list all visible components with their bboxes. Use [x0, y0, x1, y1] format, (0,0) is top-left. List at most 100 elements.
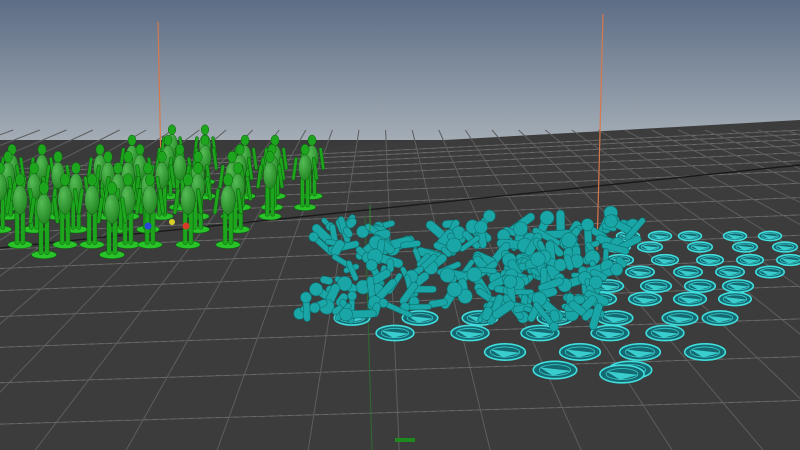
- footprint-marker[interactable]: [672, 265, 704, 279]
- gizmo-yellow-handle[interactable]: [169, 219, 175, 225]
- agent-head: [3, 151, 13, 163]
- footprint-marker[interactable]: [483, 343, 527, 361]
- footprint-marker[interactable]: [775, 253, 800, 267]
- agent-head: [235, 143, 245, 156]
- footprint-marker[interactable]: [721, 279, 755, 293]
- agent-head: [71, 162, 81, 175]
- agent-torso-shade: [36, 194, 52, 224]
- sky-background: [0, 0, 800, 140]
- agent-leg: [92, 209, 98, 245]
- footprint-marker[interactable]: [661, 310, 699, 326]
- footprint-marker[interactable]: [450, 324, 490, 342]
- agent-leg: [112, 218, 118, 255]
- agent-head: [347, 291, 357, 301]
- agent-head: [113, 162, 123, 175]
- agent-head: [183, 173, 193, 187]
- footprint-marker[interactable]: [735, 253, 765, 267]
- agent-head: [123, 173, 133, 187]
- footprint-marker[interactable]: [683, 279, 717, 293]
- agent-base-plate: [79, 240, 105, 249]
- footprint-marker[interactable]: [754, 265, 786, 279]
- agent-leg: [59, 209, 65, 245]
- agent-head: [339, 307, 353, 322]
- footprint-marker[interactable]: [627, 291, 663, 307]
- agent-head: [135, 143, 145, 156]
- footprint-marker[interactable]: [532, 360, 578, 380]
- agent-head: [307, 134, 317, 146]
- agent-leg: [44, 218, 50, 255]
- footprint-marker[interactable]: [558, 343, 602, 361]
- agent-head: [167, 124, 177, 135]
- agent-leg: [265, 184, 270, 217]
- agent-base-plate: [175, 240, 201, 249]
- agent-torso-shade: [220, 185, 236, 215]
- agent-head: [233, 162, 243, 175]
- footprint-marker[interactable]: [771, 241, 799, 253]
- agent-head: [581, 218, 594, 232]
- footprint-marker[interactable]: [647, 230, 673, 242]
- origin-marker-bar: [395, 438, 415, 442]
- agent-leg: [38, 218, 44, 255]
- agent-base-plate: [301, 192, 323, 200]
- agent-torso-shade: [180, 185, 196, 215]
- footprint-marker[interactable]: [639, 279, 673, 293]
- agent-head: [300, 291, 312, 304]
- agent-head: [227, 151, 237, 163]
- footprint-marker[interactable]: [618, 343, 662, 361]
- agent-leg: [128, 209, 134, 245]
- agent-head: [123, 151, 133, 163]
- agent-leg: [300, 176, 305, 208]
- agent-base-plate: [115, 240, 141, 249]
- agent-head: [53, 151, 63, 163]
- agent-leg: [106, 218, 112, 255]
- footprint-marker[interactable]: [683, 343, 727, 361]
- agent-head: [145, 173, 155, 187]
- footprint-marker[interactable]: [636, 241, 664, 253]
- footprint-marker[interactable]: [731, 241, 759, 253]
- agent-head: [265, 151, 275, 163]
- footprint-marker[interactable]: [650, 253, 680, 267]
- agent-head: [175, 143, 185, 156]
- scene-canvas[interactable]: [0, 0, 800, 450]
- agent-base-plate: [99, 250, 125, 260]
- agent-head: [200, 124, 210, 135]
- gizmo-red-handle[interactable]: [182, 222, 190, 230]
- agent-head: [38, 181, 50, 195]
- footprint-marker[interactable]: [599, 364, 645, 384]
- footprint-marker[interactable]: [677, 230, 703, 242]
- footprint-marker[interactable]: [695, 253, 725, 267]
- agent-leg: [0, 196, 6, 230]
- footprint-marker[interactable]: [375, 324, 415, 342]
- agent-torso-shade: [298, 154, 312, 181]
- agent-head: [300, 143, 310, 156]
- footprint-marker[interactable]: [714, 265, 746, 279]
- footprint-marker[interactable]: [686, 241, 714, 253]
- agent-head: [87, 173, 97, 187]
- footprint-marker[interactable]: [624, 265, 656, 279]
- agent-torso-shade: [263, 162, 277, 189]
- agent-head: [157, 151, 167, 163]
- footprint-marker[interactable]: [757, 230, 783, 242]
- agent-leg: [270, 184, 275, 217]
- footprint-marker[interactable]: [672, 291, 708, 307]
- agent-leg: [305, 176, 310, 208]
- agent-head: [29, 162, 39, 175]
- footprint-marker[interactable]: [717, 291, 753, 307]
- agent-base-plate: [215, 240, 241, 249]
- agent-head: [223, 173, 233, 187]
- agent-torso-shade: [12, 185, 28, 215]
- agent-base-plate: [258, 212, 282, 221]
- agent-head: [95, 143, 105, 156]
- 3d-viewport[interactable]: [0, 0, 800, 450]
- footprint-marker[interactable]: [722, 230, 748, 242]
- agent-head: [240, 134, 250, 146]
- footprint-marker[interactable]: [645, 324, 685, 342]
- footprint-marker[interactable]: [701, 310, 739, 326]
- agent-torso-shade: [104, 194, 120, 224]
- agent-leg: [14, 209, 20, 245]
- agent-leg: [20, 209, 26, 245]
- gizmo-blue-handle[interactable]: [144, 222, 152, 230]
- agent-leg: [222, 209, 228, 245]
- agent-base-plate: [31, 250, 57, 260]
- agent-base-plate: [52, 240, 78, 249]
